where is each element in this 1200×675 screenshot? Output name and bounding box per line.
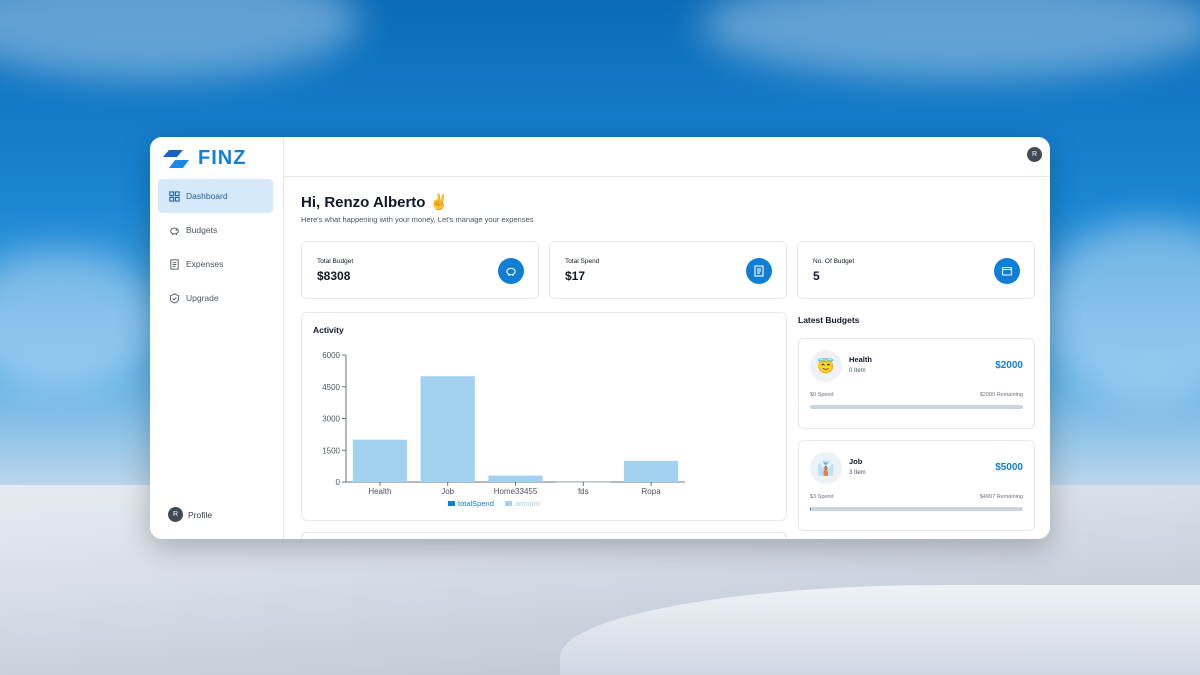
budget-card-health[interactable]: 😇 Health 0 Item $2000 $0 Spend $2000 Rem… — [798, 338, 1035, 429]
dashboard-main: Hi, Renzo Alberto ✌️ Here's what happeni… — [284, 177, 1050, 539]
bar-totalSpend-ropa — [623, 482, 626, 483]
budget-amount: $5000 — [995, 462, 1023, 473]
budget-spend: $0 Spend — [810, 392, 834, 398]
sidebar-item-budgets[interactable]: Budgets — [158, 213, 273, 247]
legend-label-amount: amount — [515, 499, 541, 508]
legend-swatch-totalSpend — [448, 501, 455, 506]
sidebar-item-upgrade[interactable]: Upgrade — [158, 281, 273, 315]
budget-count-card: No. Of Budget 5 — [797, 241, 1035, 299]
total-spend-card: Total Spend $17 — [549, 241, 787, 299]
top-bar: R — [284, 137, 1050, 177]
card-value: 5 — [813, 269, 820, 283]
x-tick-label: Home33455 — [494, 487, 538, 496]
sidebar: FINZ Dashboard Budgets Expenses Upgrade — [150, 137, 284, 539]
legend-label-totalSpend: totalSpend — [458, 499, 494, 508]
app-name: FINZ — [198, 147, 247, 169]
y-tick-label: 1500 — [322, 446, 340, 455]
total-budget-card: Total Budget $8308 — [301, 241, 539, 299]
x-tick-label: Job — [441, 487, 454, 496]
y-tick-label: 6000 — [322, 351, 340, 360]
page-subtitle: Here's what happening with your money, L… — [301, 215, 534, 224]
y-tick-label: 3000 — [322, 415, 340, 424]
wallet-icon — [994, 258, 1020, 284]
grid-icon — [169, 190, 180, 202]
x-tick-label: Health — [368, 487, 391, 496]
card-label: Total Spend — [565, 258, 600, 265]
budget-name: Job — [849, 457, 863, 466]
receipt-icon — [170, 258, 179, 270]
shield-check-icon — [169, 292, 180, 304]
sidebar-item-label: Budgets — [186, 225, 218, 235]
budget-item-count: 0 Item — [849, 368, 866, 374]
bar-totalSpend-home33455 — [488, 482, 490, 483]
profile-link[interactable]: R Profile — [168, 507, 212, 522]
card-label: Total Budget — [317, 258, 354, 265]
bar-amount-home33455 — [488, 475, 543, 482]
piggy-bank-icon — [170, 227, 179, 235]
bar-amount-ropa — [623, 460, 679, 482]
receipt-icon — [746, 258, 772, 284]
sidebar-item-label: Upgrade — [186, 293, 219, 303]
card-value: $17 — [565, 269, 586, 283]
legend-swatch-amount — [505, 501, 512, 506]
sidebar-item-label: Expenses — [186, 259, 224, 269]
budget-item-count: 3 Item — [849, 470, 866, 476]
profile-label: Profile — [188, 509, 213, 520]
budget-spend: $3 Spend — [810, 494, 834, 500]
x-tick-label: Ropa — [642, 487, 662, 496]
latest-budgets-title: Latest Budgets — [798, 315, 860, 325]
sidebar-item-expenses[interactable]: Expenses — [158, 247, 273, 281]
bar-amount-job — [420, 376, 475, 482]
budget-name: Health — [849, 355, 872, 364]
y-tick-label: 4500 — [322, 383, 340, 392]
card-label: No. Of Budget — [813, 258, 855, 265]
transactions-panel — [301, 532, 787, 539]
bar-amount-health — [352, 439, 408, 482]
avatar: R — [168, 507, 183, 522]
activity-chart: 0 1500 3000 4500 6000 Health Job Home33455 fds Ro… — [322, 351, 685, 508]
sidebar-item-label: Dashboard — [186, 191, 228, 201]
piggy-bank-icon — [498, 258, 524, 284]
activity-panel: Activity 0 1500 3000 4500 6000 Health Job Home3… — [301, 312, 787, 521]
budget-remaining: $4997 Remaining — [979, 494, 1023, 500]
app-window: FINZ Dashboard Budgets Expenses Upgrade — [150, 137, 1050, 539]
budget-progress-bar — [810, 507, 1023, 511]
budget-amount: $2000 — [995, 360, 1023, 371]
sidebar-item-dashboard[interactable]: Dashboard — [158, 179, 273, 213]
page-title: Hi, Renzo Alberto ✌️ — [301, 194, 449, 211]
y-tick-label: 0 — [336, 478, 341, 487]
x-tick-label: fds — [578, 487, 589, 496]
card-value: $8308 — [317, 269, 351, 283]
budget-emoji: 😇 — [810, 350, 842, 382]
finz-logo-icon — [163, 149, 189, 168]
budget-emoji: 👔 — [810, 452, 842, 484]
bar-totalSpend-health — [352, 482, 354, 483]
bar-totalSpend-job — [420, 481, 422, 483]
budget-remaining: $2000 Remaining — [979, 392, 1023, 398]
app-logo[interactable]: FINZ — [163, 147, 246, 170]
budget-progress-bar — [810, 405, 1023, 409]
user-avatar[interactable]: R — [1027, 147, 1042, 162]
budget-card-job[interactable]: 👔 Job 3 Item $5000 $3 Spend $4997 Remain… — [798, 440, 1035, 531]
